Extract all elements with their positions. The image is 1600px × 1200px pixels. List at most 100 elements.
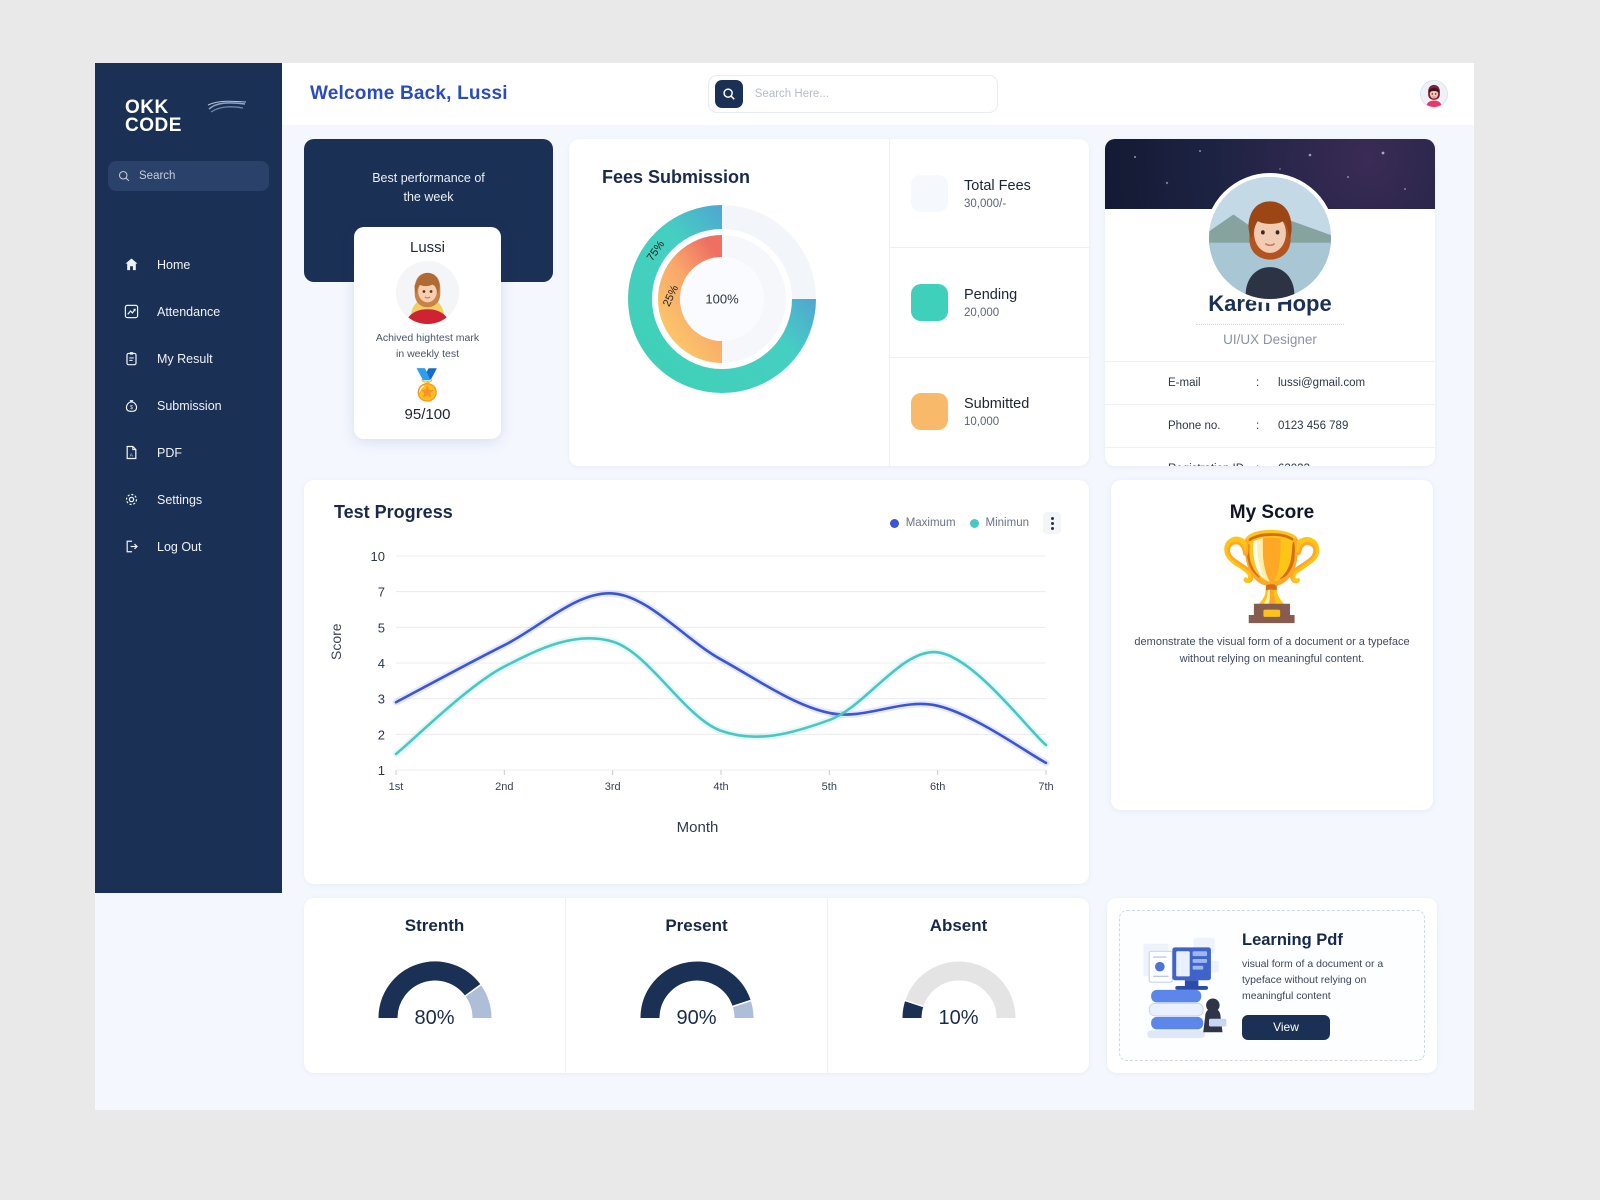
gauge-present: Present 90% [566,898,828,1073]
sidebar-item-label: Attendance [157,304,221,319]
sidebar-item-label: Log Out [157,539,202,554]
sidebar-nav: Home Attendance My Result $ Submission A… [95,241,282,570]
fees-title: Fees Submission [602,167,751,187]
best-performance-heading-1: Best performance of [372,171,485,185]
top-left-column: Best performance of the week Lussi Achiv… [304,139,1089,466]
bottom-zone: Strenth 80% Present 90% Absent 10% Learn… [304,898,1452,1073]
learning-pdf-card: Learning Pdf visual form of a document o… [1107,898,1437,1073]
avatar[interactable] [1420,80,1448,108]
detail-separator: : [1256,420,1260,432]
best-performer-name: Lussi [409,239,446,256]
logout-icon [123,539,139,555]
best-performance-card: Best performance of the week Lussi Achiv… [304,139,553,466]
list-item[interactable]: Pending 20,000 [890,248,1089,358]
sidebar-item-settings[interactable]: Settings [95,476,282,523]
list-item[interactable]: Total Fees 30,000/- [890,139,1089,249]
detail-key: Phone no. [1168,420,1221,432]
welcome-title: Welcome Back, Lussi [310,83,508,104]
student-photo-icon [396,261,459,324]
logo-swoosh-icon [207,100,247,113]
sidebar: OKK CODE Search Home Attendance My Resul… [95,63,282,893]
view-button[interactable]: View [1242,1014,1330,1040]
chart-legend: Maximum Minimun [889,502,1061,534]
my-score-card: My Score 🏆 demonstrate the visual form o… [1111,480,1433,810]
sidebar-search-placeholder: Search [139,170,176,183]
score-column: My Score 🏆 demonstrate the visual form o… [1107,480,1437,884]
legend-item-maximum[interactable]: Maximum [889,517,956,529]
sidebar-item-home[interactable]: Home [95,241,282,288]
sidebar-item-label: PDF [157,445,182,460]
gauge-strength: Strenth 80% [304,898,566,1073]
sidebar-item-submission[interactable]: $ Submission [95,382,282,429]
svg-text:7: 7 [378,585,385,600]
detail-key: Registration ID [1168,463,1256,466]
fee-label: Submitted [964,396,1030,413]
user-avatar-icon [1421,81,1447,107]
profile-card: Karen Hope UI/UX Designer E-mail : lussi… [1105,139,1435,466]
donut-center-value: 100% [705,291,739,307]
fee-label: Pending [964,286,1018,303]
svg-text:1st: 1st [389,781,404,793]
dashboard-content: Best performance of the week Lussi Achiv… [282,125,1474,1110]
learning-pdf-text: Learning Pdf visual form of a document o… [1242,931,1412,1040]
legend-label: Maximum [905,517,956,529]
profile-photo-icon [1209,177,1331,299]
search-button[interactable] [714,80,743,108]
search-icon [723,88,735,100]
detail-value: lussi@gmail.com [1278,377,1366,389]
sidebar-item-label: Home [157,257,191,272]
gauge-chart: 80% [364,950,506,1029]
best-performer-desc-1: Achived hightest mark [375,332,480,344]
trophy-icon: 🏆 [1218,529,1326,625]
fees-legend-list: Total Fees 30,000/- Pending 20,000 Submi… [889,139,1089,466]
fees-submission-card: Fees Submission 75% 25% 100% Total Fees … [569,139,1089,466]
gear-icon [123,492,139,508]
sidebar-item-log-out[interactable]: Log Out [95,523,282,570]
svg-text:A: A [129,453,133,458]
best-performer-panel: Lussi Achived hightest mark in weekly te… [354,227,501,439]
more-options-icon[interactable] [1043,512,1061,534]
svg-text:3: 3 [378,692,385,707]
sidebar-item-attendance[interactable]: Attendance [95,288,282,335]
learning-pdf-inner: Learning Pdf visual form of a document o… [1119,910,1425,1061]
gauge-chart: 90% [626,950,768,1029]
list-item[interactable]: Submitted 10,000 [890,358,1089,466]
fees-donut-chart: 75% 25% 100% [624,201,820,397]
fee-value: 10,000 [964,416,1000,429]
svg-text:5: 5 [378,620,385,635]
sidebar-item-pdf[interactable]: A PDF [95,429,282,476]
color-swatch-icon [911,283,948,321]
brand-logo[interactable]: OKK CODE [125,98,247,137]
fee-label: Total Fees [964,177,1031,194]
chart-plot-area: Score 1 2 3 4 5 7 10 1st 2nd 3rd 4th 5th 6th 7th Mont… [328,542,1061,836]
best-performer-photo [396,261,459,324]
my-score-description: demonstrate the visual form of a documen… [1134,636,1410,666]
search-icon [118,171,130,182]
sidebar-item-label: Settings [157,492,203,507]
gauge-value: 90% [676,1007,717,1029]
topbar: Welcome Back, Lussi Search Here... [282,63,1474,125]
sidebar-item-my-result[interactable]: My Result [95,335,282,382]
sidebar-search[interactable]: Search [108,161,269,192]
profile-details: E-mail : lussi@gmail.com Phone no. : 012… [1105,361,1435,466]
search-input[interactable]: Search Here... [707,75,998,113]
best-performance-heading-2: the week [403,190,454,205]
brand-line-2: CODE [125,115,182,137]
search-placeholder: Search Here... [754,88,829,100]
best-performer-desc-2: in weekly test [395,347,460,360]
chart-y-axis-label: Score [328,623,344,660]
chart-x-axis-label: Month [676,819,719,836]
legend-label: Minimun [985,517,1029,529]
test-progress-card: Test Progress Maximum Minimun Score 1 2 … [304,480,1089,884]
app-window: OKK CODE Search Home Attendance My Resul… [95,63,1474,1110]
svg-text:1: 1 [378,763,385,778]
line-chart-svg: 1 2 3 4 5 7 10 1st 2nd 3rd 4th 5th 6th 7th [371,549,1054,793]
fee-value: 30,000/- [964,197,1007,210]
color-swatch-icon [911,174,948,212]
sidebar-item-label: My Result [157,351,213,366]
table-row: E-mail : lussi@gmail.com [1105,361,1435,404]
gauge-chart: 10% [888,950,1030,1029]
clipboard-icon [123,351,139,367]
gauge-value: 80% [414,1007,455,1029]
legend-item-minimum[interactable]: Minimun [969,517,1029,529]
